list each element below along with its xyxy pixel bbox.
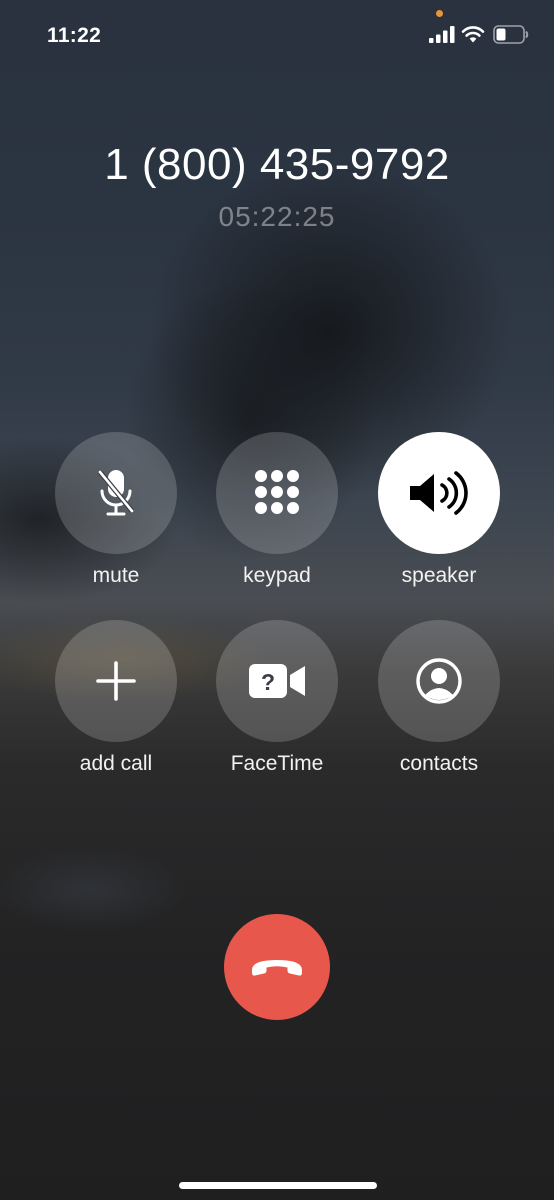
status-bar: 11:22 <box>0 0 554 70</box>
phone-hangup-icon <box>252 960 302 976</box>
facetime-label: FaceTime <box>230 752 324 775</box>
svg-text:?: ? <box>261 669 275 695</box>
plus-icon <box>96 661 136 701</box>
status-time: 11:22 <box>47 24 102 47</box>
video-question-icon: ? <box>249 664 305 698</box>
privacy-indicator-dot <box>436 10 443 17</box>
contacts-button[interactable] <box>378 620 500 742</box>
caller-number: 1 (800) 435-9792 <box>104 140 450 189</box>
speaker-button[interactable] <box>378 432 500 554</box>
keypad-label: keypad <box>243 564 311 587</box>
add-call-label: add call <box>79 752 153 775</box>
call-duration: 05:22:25 <box>218 201 336 232</box>
keypad-grid-icon <box>255 470 299 514</box>
facetime-button[interactable]: ? <box>216 620 338 742</box>
keypad-button[interactable] <box>216 432 338 554</box>
speaker-label: speaker <box>401 564 477 587</box>
wifi-icon <box>461 26 485 43</box>
mute-label: mute <box>92 564 140 587</box>
cellular-signal-icon <box>429 26 455 43</box>
mute-button[interactable] <box>55 432 177 554</box>
home-indicator[interactable] <box>179 1182 377 1189</box>
contacts-label: contacts <box>399 752 479 775</box>
speaker-wave-icon <box>410 471 468 515</box>
person-circle-icon <box>416 658 462 704</box>
add-call-button[interactable] <box>55 620 177 742</box>
mic-slash-icon <box>98 470 134 516</box>
battery-icon <box>493 25 529 44</box>
end-call-button[interactable] <box>224 914 330 1020</box>
